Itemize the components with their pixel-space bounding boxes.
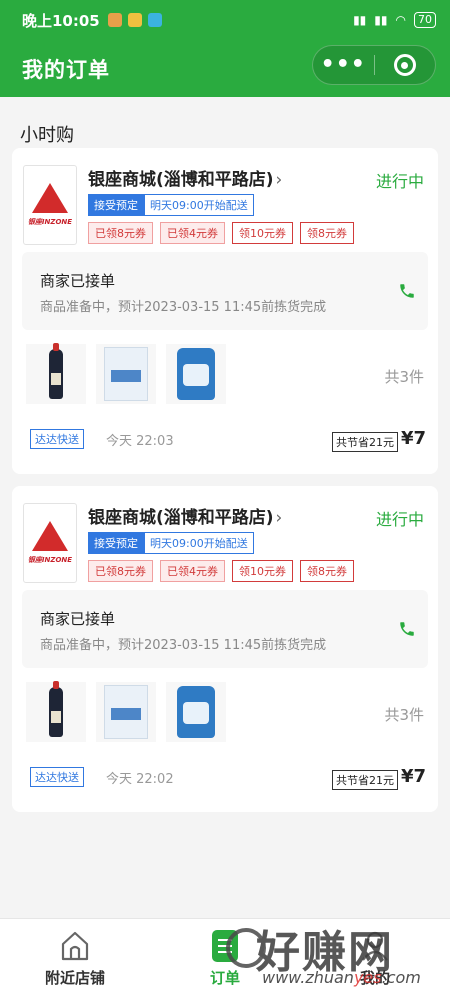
delivery-service-badge: 达达快送 — [30, 767, 84, 787]
miniprogram-capsule: ••• — [312, 45, 436, 85]
store-tags: 接受预定 明天09:00开始配送 — [88, 194, 254, 216]
order-price: ¥7 — [400, 766, 426, 787]
coupon-tag[interactable]: 已领4元券 — [160, 222, 225, 244]
product-image-salt-bag — [96, 344, 156, 404]
coupon-tag[interactable]: 已领4元券 — [160, 560, 225, 582]
savings-badge: 共节省21元 — [332, 770, 398, 790]
coupon-list: 已领8元券 已领4元券 领10元券 领8元券 — [88, 222, 354, 244]
order-progress-notice: 商家已接单 商品准备中，预计2023-03-15 11:45前拣货完成 — [22, 590, 428, 668]
store-name-link[interactable]: 银座商城(淄博和平路店) › — [88, 165, 282, 190]
battery-icon: 70 — [414, 12, 436, 28]
order-time: 今天 22:03 — [106, 434, 174, 449]
close-target-button[interactable] — [374, 54, 435, 76]
order-time: 今天 22:02 — [106, 772, 174, 787]
order-price: ¥7 — [400, 428, 426, 449]
order-card[interactable]: 银座INZONE 银座商城(淄博和平路店) › 进行中 接受预定 明天09:00开… — [12, 148, 438, 474]
store-name: 银座商城(淄博和平路店) — [88, 508, 274, 528]
product-thumbnails[interactable] — [26, 343, 226, 404]
wifi-icon: ◠ — [395, 13, 406, 27]
chevron-right-icon: › — [275, 508, 283, 528]
chevron-right-icon: › — [275, 170, 283, 190]
product-image-pouch — [166, 682, 226, 742]
order-progress-notice: 商家已接单 商品准备中，预计2023-03-15 11:45前拣货完成 — [22, 252, 428, 330]
item-count: 共3件 — [384, 706, 424, 724]
delivery-time-tag: 明天09:00开始配送 — [144, 194, 254, 216]
store-logo: 银座INZONE — [23, 503, 77, 583]
order-card[interactable]: 银座INZONE 银座商城(淄博和平路店) › 进行中 接受预定 明天09:00开… — [12, 486, 438, 812]
page-title: 我的订单 — [22, 57, 110, 82]
notice-detail: 商品准备中，预计2023-03-15 11:45前拣货完成 — [40, 638, 327, 653]
savings-badge: 共节省21元 — [332, 432, 398, 452]
coupon-tag[interactable]: 领8元券 — [300, 560, 354, 582]
phone-icon[interactable] — [398, 620, 416, 638]
tab-nearby-stores[interactable]: 附近店铺 — [0, 919, 150, 1000]
preorder-tag: 接受预定 — [88, 194, 144, 216]
home-icon — [58, 929, 92, 963]
status-bar: 晚上10:05 ▮▮ ▮▮ ◠ 70 — [0, 0, 450, 40]
more-icon[interactable]: ••• — [313, 54, 374, 76]
coupon-tag[interactable]: 已领8元券 — [88, 560, 153, 582]
watermark: 好赚网 www.zhuanyes.com — [226, 916, 436, 996]
target-icon — [393, 54, 416, 76]
notification-icon — [107, 13, 122, 27]
top-bar: 晚上10:05 ▮▮ ▮▮ ◠ 70 我的订单 ••• — [0, 0, 450, 97]
delivery-service-badge: 达达快送 — [30, 429, 84, 449]
logo-text: 银座INZONE — [27, 556, 73, 564]
product-image-pouch — [166, 344, 226, 404]
product-thumbnails[interactable] — [26, 681, 226, 742]
order-status: 进行中 — [375, 172, 424, 191]
coupon-tag[interactable]: 领10元券 — [232, 560, 293, 582]
product-image-salt-bag — [96, 682, 156, 742]
item-count: 共3件 — [384, 368, 424, 386]
product-image-soy-sauce — [26, 343, 86, 404]
notice-detail: 商品准备中，预计2023-03-15 11:45前拣货完成 — [40, 300, 327, 315]
store-name-link[interactable]: 银座商城(淄博和平路店) › — [88, 503, 282, 528]
coupon-tag[interactable]: 领8元券 — [300, 222, 354, 244]
preorder-tag: 接受预定 — [88, 532, 144, 554]
section-title: 小时购 — [20, 125, 74, 146]
product-image-soy-sauce — [26, 681, 86, 742]
coupon-list: 已领8元券 已领4元券 领10元券 领8元券 — [88, 560, 354, 582]
tab-label: 附近店铺 — [44, 969, 105, 987]
logo-text: 银座INZONE — [27, 218, 73, 226]
status-time: 晚上10:05 — [22, 11, 100, 30]
coupon-tag[interactable]: 领10元券 — [232, 222, 293, 244]
logo-triangle-icon — [32, 521, 68, 551]
status-notification-icons — [107, 13, 162, 27]
status-right: ▮▮ ▮▮ ◠ 70 — [353, 12, 436, 28]
notice-title: 商家已接单 — [40, 272, 116, 290]
phone-icon[interactable] — [398, 282, 416, 300]
signal-icon: ▮▮ — [353, 13, 367, 27]
notification-icon — [127, 13, 142, 27]
delivery-time-tag: 明天09:00开始配送 — [144, 532, 254, 554]
store-tags: 接受预定 明天09:00开始配送 — [88, 532, 254, 554]
coupon-tag[interactable]: 已领8元券 — [88, 222, 153, 244]
order-status: 进行中 — [375, 510, 424, 529]
notification-icon — [147, 13, 162, 27]
store-name: 银座商城(淄博和平路店) — [88, 170, 274, 190]
store-logo: 银座INZONE — [23, 165, 77, 245]
signal-icon: ▮▮ — [374, 13, 388, 27]
notice-title: 商家已接单 — [40, 610, 116, 628]
watermark-url: www.zhuanyes.com — [262, 968, 421, 987]
logo-triangle-icon — [32, 183, 68, 213]
